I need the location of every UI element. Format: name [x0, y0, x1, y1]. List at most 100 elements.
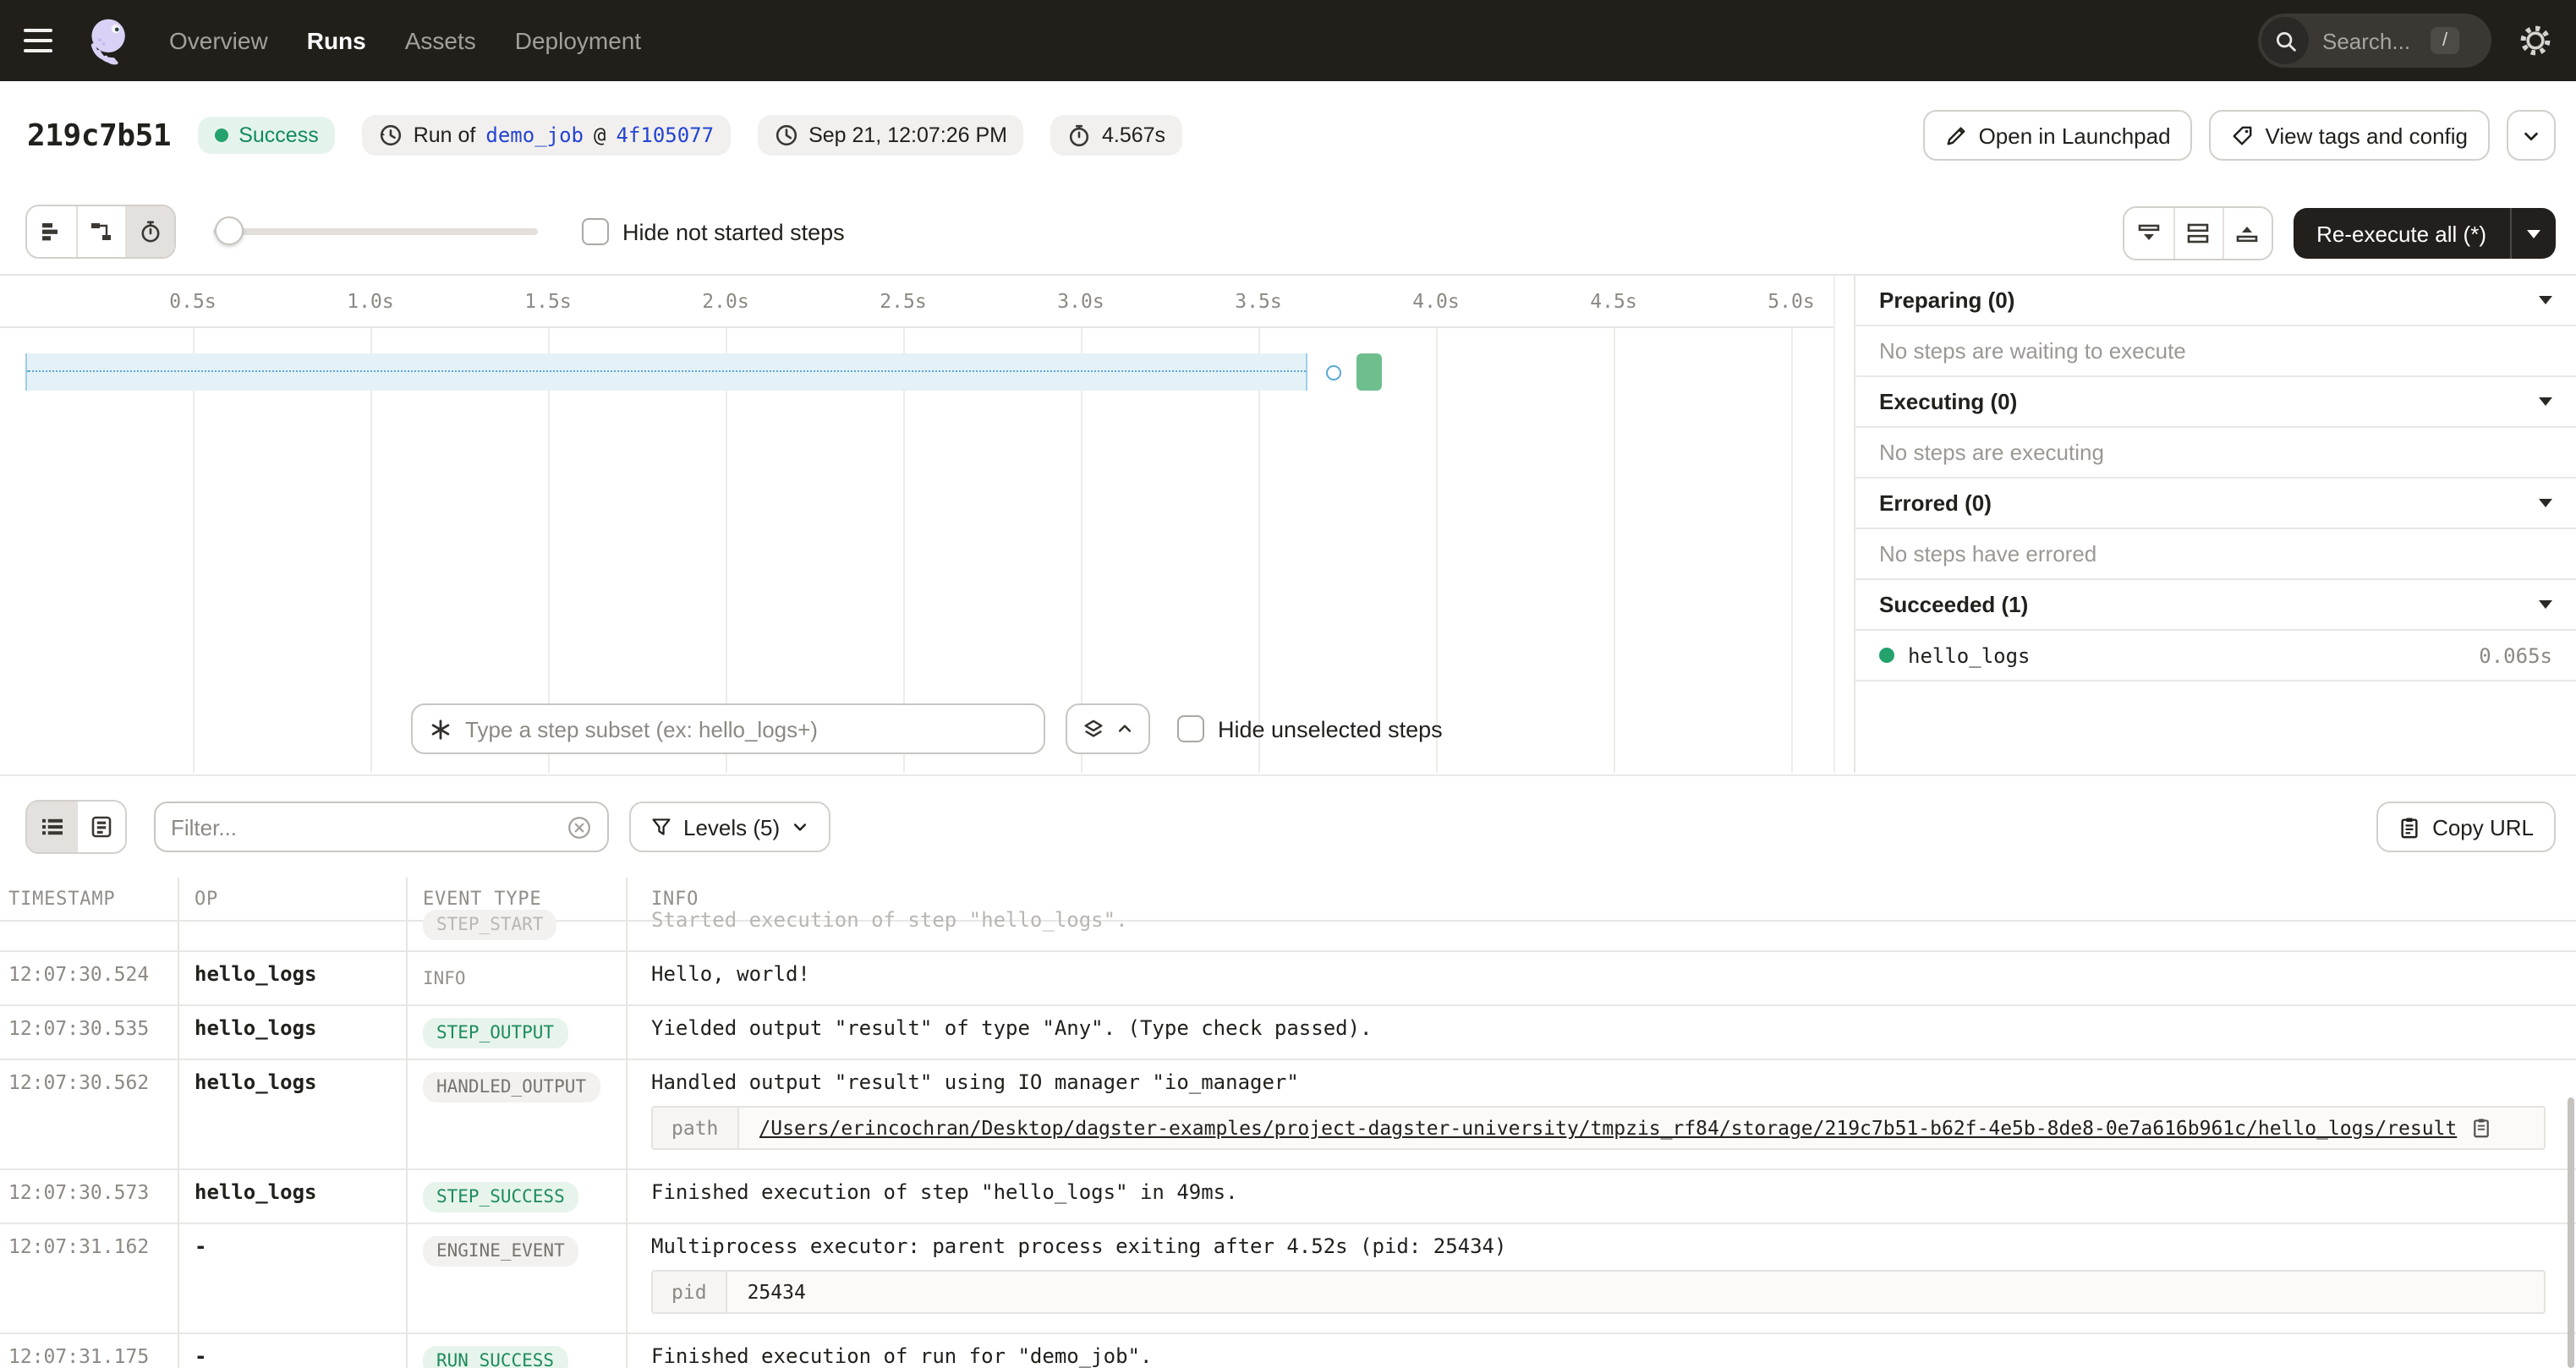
expand-up-button[interactable]	[2222, 208, 2271, 259]
hide-unselected-label[interactable]: Hide unselected steps	[1218, 716, 1443, 741]
caret-down-icon	[2539, 397, 2552, 406]
step-subset-box[interactable]	[411, 703, 1045, 754]
section-succeeded-header[interactable]: Succeeded (1)	[1855, 580, 2576, 631]
step-subset-row: Hide unselected steps	[411, 703, 1443, 754]
gantt-step-bar[interactable]	[1357, 353, 1382, 391]
success-dot-icon	[1879, 648, 1894, 663]
section-executing-empty: No steps are executing	[1855, 428, 2576, 479]
log-row[interactable]: 12:07:31.162 - ENGINE_EVENT Multiprocess…	[0, 1224, 2576, 1334]
structured-view-button[interactable]	[76, 802, 125, 852]
log-scrollbar-thumb[interactable]	[2568, 1097, 2574, 1368]
collapse-down-button[interactable]	[2124, 208, 2173, 259]
section-errored-header[interactable]: Errored (0)	[1855, 479, 2576, 529]
nav-item-assets[interactable]: Assets	[405, 27, 476, 54]
chevron-down-icon	[2522, 126, 2540, 145]
copy-icon[interactable]	[2470, 1118, 2491, 1138]
search-box[interactable]: /	[2258, 14, 2491, 68]
gantt-section: 0.5s1.0s1.5s2.0s2.5s3.0s3.5s4.0s4.5s5.0s	[0, 274, 2576, 773]
job-link[interactable]: demo_job	[485, 123, 584, 147]
split-even-button[interactable]	[2173, 208, 2222, 259]
nav-item-runs[interactable]: Runs	[307, 27, 366, 54]
duration-tag: 4.567s	[1051, 115, 1182, 156]
gantt-zoom-slider[interactable]	[213, 216, 538, 247]
section-executing-header[interactable]: Executing (0)	[1855, 377, 2576, 428]
axis-tick-label: 1.0s	[347, 289, 393, 313]
event-metadata-box: pid 25434	[651, 1270, 2546, 1314]
run-id: 219c7b51	[27, 118, 171, 153]
stopwatch-icon	[1068, 123, 1092, 147]
log-row[interactable]: 12:07:30.573 hello_logs STEP_SUCCESS Fin…	[0, 1170, 2576, 1224]
version-link[interactable]: 4f105077	[616, 123, 714, 147]
funnel-icon	[651, 817, 671, 837]
clipboard-icon	[2398, 816, 2420, 838]
status-badge: Success	[198, 117, 336, 154]
gantt-time-axis: 0.5s1.0s1.5s2.0s2.5s3.0s3.5s4.0s4.5s5.0s	[0, 276, 1833, 326]
log-row[interactable]: 12:07:30.562 hello_logs HANDLED_OUTPUT H…	[0, 1060, 2576, 1170]
caret-down-icon	[2539, 499, 2552, 507]
step-subset-input[interactable]	[465, 716, 1027, 741]
gear-icon[interactable]	[2518, 24, 2552, 57]
flat-view-button[interactable]	[27, 206, 76, 257]
log-filter-input[interactable]	[171, 814, 556, 840]
split-panel-group	[2122, 206, 2272, 260]
slider-knob[interactable]	[215, 216, 244, 245]
gantt-toolbar: Hide not started steps Re-execute all (*…	[0, 189, 2576, 274]
flat-view-icon	[40, 220, 63, 244]
dagster-logo-icon[interactable]	[85, 15, 135, 66]
gantt-step-marker[interactable]	[1326, 364, 1341, 380]
waterfall-view-icon	[90, 220, 113, 244]
layers-icon	[1082, 718, 1104, 740]
section-errored-empty: No steps have errored	[1855, 529, 2576, 580]
search-input[interactable]	[2322, 28, 2417, 53]
dagster-run-page: Overview Runs Assets Deployment / 219c7b…	[0, 0, 2576, 1368]
gantt-chart[interactable]: 0.5s1.0s1.5s2.0s2.5s3.0s3.5s4.0s4.5s5.0s	[0, 276, 1835, 773]
hide-not-started-label[interactable]: Hide not started steps	[622, 219, 845, 244]
gridline	[193, 328, 195, 773]
path-link[interactable]: /Users/erincochran/Desktop/dagster-examp…	[759, 1116, 2457, 1140]
top-nav: Overview Runs Assets Deployment /	[0, 0, 2576, 81]
reexecute-all-button[interactable]: Re-execute all (*)	[2293, 208, 2510, 259]
collapse-down-icon	[2135, 222, 2161, 245]
open-in-launchpad-button[interactable]: Open in Launchpad	[1923, 110, 2193, 161]
start-time-tag: Sep 21, 12:07:26 PM	[758, 115, 1024, 156]
stopwatch-icon	[139, 220, 162, 244]
log-row[interactable]: 12:07:30.535 hello_logs STEP_OUTPUT Yiel…	[0, 1006, 2576, 1060]
log-row[interactable]: 12:07:31.175 - RUN_SUCCESS Finished exec…	[0, 1334, 2576, 1368]
primary-nav: Overview Runs Assets Deployment	[169, 27, 641, 54]
graph-query-toggle-button[interactable]	[1066, 703, 1150, 754]
hide-unselected-checkbox[interactable]	[1177, 715, 1204, 742]
event-type-badge: HANDLED_OUTPUT	[423, 1072, 600, 1103]
log-row[interactable]: STEP_START Started execution of step "he…	[0, 898, 2576, 952]
view-tags-config-button[interactable]: View tags and config	[2210, 110, 2490, 161]
nav-item-deployment[interactable]: Deployment	[515, 27, 641, 54]
expand-up-icon	[2234, 222, 2260, 245]
levels-filter-button[interactable]: Levels (5)	[629, 802, 830, 852]
succeeded-step-row[interactable]: hello_logs 0.065s	[1855, 631, 2576, 681]
log-filter-box[interactable]	[154, 802, 609, 852]
log-row[interactable]: 12:07:30.524 hello_logs INFO Hello, worl…	[0, 952, 2576, 1006]
reexecute-split-button: Re-execute all (*)	[2293, 208, 2556, 259]
gridline	[370, 328, 372, 773]
list-view-button[interactable]	[27, 802, 76, 852]
axis-tick-label: 1.5s	[524, 289, 571, 313]
hamburger-menu-icon[interactable]	[24, 20, 64, 61]
axis-tick-label: 3.5s	[1235, 289, 1281, 313]
axis-tick-label: 3.0s	[1057, 289, 1104, 313]
run-actions-menu-button[interactable]	[2507, 110, 2556, 161]
section-preparing-header[interactable]: Preparing (0)	[1855, 276, 2576, 326]
run-header: 219c7b51 Success Run of demo_job @ 4f105…	[0, 81, 2576, 189]
metadata-key: path	[653, 1108, 738, 1148]
reexecute-options-button[interactable]	[2510, 208, 2556, 259]
waterfall-view-button[interactable]	[76, 206, 125, 257]
hide-not-started-checkbox[interactable]	[582, 218, 609, 245]
gantt-view-mode-group	[25, 205, 176, 259]
nav-item-overview[interactable]: Overview	[169, 27, 268, 54]
timed-view-button[interactable]	[125, 206, 174, 257]
axis-tick-label: 4.5s	[1590, 289, 1636, 313]
clear-filter-icon[interactable]	[567, 814, 592, 840]
waiting-dotted-line	[27, 370, 1306, 372]
pencil-icon	[1945, 124, 1967, 146]
caret-down-icon	[2527, 229, 2540, 238]
copy-url-button[interactable]: Copy URL	[2376, 802, 2556, 852]
structured-view-icon	[90, 815, 113, 839]
